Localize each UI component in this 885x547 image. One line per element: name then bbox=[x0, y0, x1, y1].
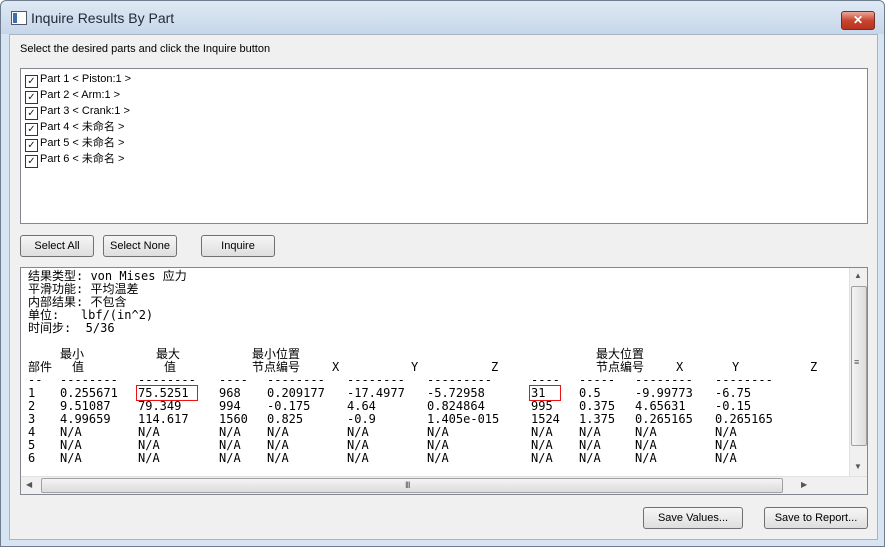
inquire-button[interactable]: Inquire bbox=[201, 235, 275, 257]
save-values-button[interactable]: Save Values... bbox=[643, 507, 743, 529]
summary-line: 时间步: 5/36 bbox=[28, 321, 115, 335]
highlight-box bbox=[136, 385, 198, 401]
part-label: Part 5 < 未命名 > bbox=[40, 137, 125, 149]
part-label: Part 1 < Piston:1 > bbox=[40, 73, 132, 85]
horizontal-grip-icon: III bbox=[405, 480, 410, 490]
horizontal-scroll-thumb[interactable]: III bbox=[41, 478, 783, 493]
part-list-item[interactable]: ✓ Part 2 < Arm:1 > bbox=[25, 87, 121, 104]
app-icon bbox=[11, 11, 27, 25]
part-list-item[interactable]: ✓ Part 1 < Piston:1 > bbox=[25, 71, 132, 88]
table-cell: N/A bbox=[531, 451, 553, 465]
close-button[interactable]: ✕ bbox=[841, 11, 875, 30]
vertical-scroll-thumb[interactable]: ≡ bbox=[851, 286, 867, 446]
title-bar[interactable]: Inquire Results By Part ✕ bbox=[1, 1, 884, 34]
part-label: Part 3 < Crank:1 > bbox=[40, 105, 130, 117]
window-title: Inquire Results By Part bbox=[31, 10, 175, 26]
table-cell: N/A bbox=[60, 451, 82, 465]
table-cell: N/A bbox=[138, 451, 160, 465]
part-list[interactable]: ✓ Part 1 < Piston:1 > ✓ Part 2 < Arm:1 > ✓ Pa… bbox=[20, 68, 868, 224]
table-header: Z bbox=[810, 360, 818, 374]
scroll-up-icon[interactable]: ▲ bbox=[854, 271, 862, 280]
part-list-item[interactable]: ✓ Part 3 < Crank:1 > bbox=[25, 103, 130, 120]
table-cell: N/A bbox=[427, 451, 449, 465]
vertical-scrollbar[interactable]: ▲ ≡ ▼ bbox=[849, 268, 867, 476]
horizontal-scrollbar[interactable]: ◀ III ▶ bbox=[21, 476, 867, 494]
part-checkbox[interactable]: ✓ bbox=[25, 155, 38, 168]
select-none-button[interactable]: Select None bbox=[103, 235, 177, 257]
instruction-text: Select the desired parts and click the I… bbox=[20, 43, 271, 55]
part-label: Part 6 < 未命名 > bbox=[40, 153, 125, 165]
save-to-report-button[interactable]: Save to Report... bbox=[764, 507, 868, 529]
table-header: Z bbox=[491, 360, 499, 374]
select-all-button[interactable]: Select All bbox=[20, 235, 94, 257]
table-cell: N/A bbox=[267, 451, 289, 465]
inquire-results-window: Inquire Results By Part ✕ Select the des… bbox=[0, 0, 885, 547]
table-cell: N/A bbox=[347, 451, 369, 465]
part-list-item[interactable]: ✓ Part 5 < 未命名 > bbox=[25, 135, 125, 152]
vertical-grip-icon: ≡ bbox=[854, 357, 859, 367]
table-cell: N/A bbox=[219, 451, 241, 465]
scroll-left-icon[interactable]: ◀ bbox=[26, 480, 32, 489]
table-header: Y bbox=[411, 360, 419, 374]
table-header: X bbox=[332, 360, 340, 374]
results-text-area[interactable]: 结果类型: von Mises 应力 平滑功能: 平均温差 内部结果: 不包含 单位:… bbox=[20, 267, 868, 495]
scroll-down-icon[interactable]: ▼ bbox=[854, 462, 862, 471]
table-cell: N/A bbox=[635, 451, 657, 465]
scroll-right-icon[interactable]: ▶ bbox=[801, 480, 807, 489]
highlight-box bbox=[529, 385, 561, 401]
part-list-item[interactable]: ✓ Part 4 < 未命名 > bbox=[25, 119, 125, 136]
part-label: Part 2 < Arm:1 > bbox=[40, 89, 121, 101]
table-cell: N/A bbox=[579, 451, 601, 465]
dialog-body: Select the desired parts and click the I… bbox=[9, 34, 878, 540]
part-label: Part 4 < 未命名 > bbox=[40, 121, 125, 133]
table-cell: N/A bbox=[715, 451, 737, 465]
table-cell: 6 bbox=[28, 451, 36, 465]
part-list-item[interactable]: ✓ Part 6 < 未命名 > bbox=[25, 151, 125, 168]
